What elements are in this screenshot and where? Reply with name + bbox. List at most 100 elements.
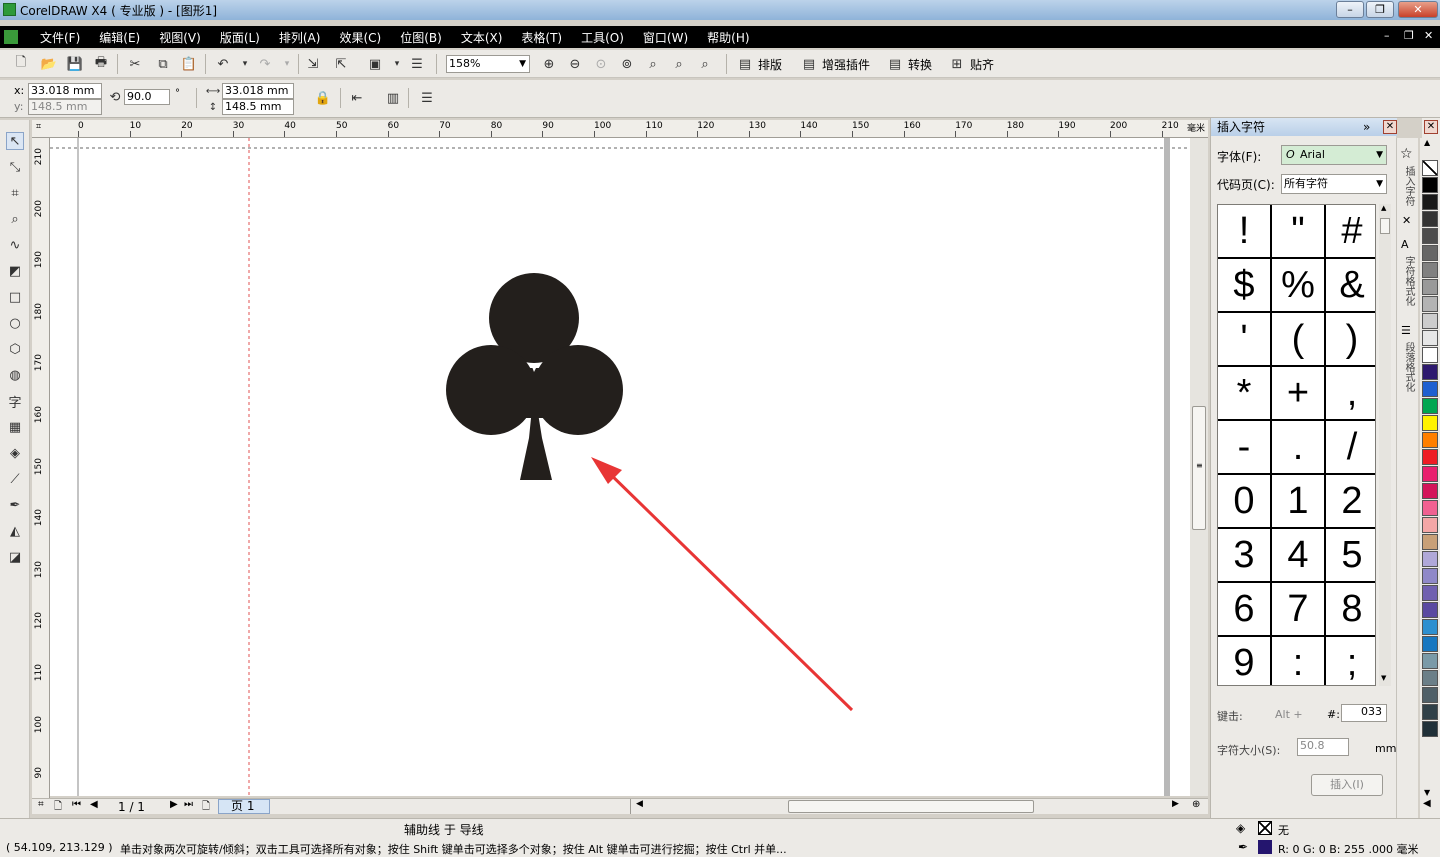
palette-close-icon[interactable]: ✕ [1424,120,1438,134]
color-swatch[interactable] [1422,619,1438,635]
docker-close-icon[interactable]: ✕ [1383,120,1397,134]
character-cell[interactable]: . [1272,421,1326,475]
outline-tool-icon[interactable]: ✒ [6,496,24,514]
character-cell[interactable]: 7 [1272,583,1326,637]
document-icon[interactable] [4,30,18,44]
align-guide-icon[interactable]: ⇤ [348,89,366,107]
font-select[interactable]: O Arial ▼ [1281,145,1387,165]
color-swatch[interactable] [1422,245,1438,261]
character-cell[interactable]: # [1326,205,1375,259]
character-cell[interactable]: + [1272,367,1326,421]
menu-text[interactable]: 文本(X) [461,29,503,46]
character-cell[interactable]: 4 [1272,529,1326,583]
color-swatch[interactable] [1422,313,1438,329]
zoom-height-icon[interactable]: ⌕ [696,55,714,73]
freehand-tool-icon[interactable]: ∿ [6,236,24,254]
redo-icon[interactable]: ↷ [256,55,274,73]
navigator-icon[interactable]: ⊕ [1192,799,1200,810]
page-tab[interactable]: 页 1 [218,799,270,814]
open-icon[interactable]: 📂 [40,55,58,73]
drawing-canvas[interactable] [50,138,1196,796]
options-icon[interactable]: ☰ [418,89,436,107]
import-icon[interactable]: ⇲ [304,55,322,73]
character-cell[interactable]: 2 [1326,475,1375,529]
fill-tool-icon[interactable]: ◭ [6,522,24,540]
snap-button[interactable]: 贴齐 [970,56,994,73]
basic-shapes-tool-icon[interactable]: ◍ [6,366,24,384]
zoom-in-icon[interactable]: ⊕ [540,55,558,73]
ruler-origin-icon[interactable]: ⌗ [36,122,41,132]
palette-scroll-up-icon[interactable]: ▲ [1424,138,1430,147]
zoom-select[interactable]: 158% ▼ [446,55,530,73]
char-code-field[interactable]: 033 [1341,704,1387,722]
tab-close-icon[interactable]: ✕ [1402,214,1411,227]
color-swatch[interactable] [1422,466,1438,482]
color-swatch[interactable] [1422,602,1438,618]
color-swatch[interactable] [1422,636,1438,652]
zoom-all-objects-icon[interactable]: ⊚ [618,55,636,73]
doc-close-button[interactable]: ✕ [1424,29,1433,42]
undo-dropdown-icon[interactable]: ▾ [236,55,254,73]
docker-collapse-icon[interactable]: » [1363,118,1370,136]
next-page-icon[interactable]: ▶ [170,799,178,810]
color-swatch[interactable] [1422,568,1438,584]
color-swatch[interactable] [1422,228,1438,244]
character-cell[interactable]: * [1218,367,1272,421]
convert-button[interactable]: 转换 [908,56,932,73]
lock-icon[interactable]: 🔒 [314,89,332,107]
color-swatch[interactable] [1422,177,1438,193]
color-swatch[interactable] [1422,279,1438,295]
undo-icon[interactable]: ↶ [214,55,232,73]
color-swatch[interactable] [1422,517,1438,533]
zoom-tool-icon[interactable]: ⌕ [6,210,24,228]
width-field[interactable]: 33.018 mm [222,83,294,99]
color-swatch[interactable] [1422,449,1438,465]
menu-window[interactable]: 窗口(W) [643,29,688,46]
scroll-right-icon[interactable]: ▶ [1172,799,1179,809]
rotation-angle-field[interactable]: 90.0 [124,89,170,105]
menu-file[interactable]: 文件(F) [40,29,80,46]
welcome-icon[interactable]: ☰ [408,55,426,73]
shape-tool-icon[interactable]: ⤡ [6,158,24,176]
save-icon[interactable]: 💾 [66,55,84,73]
character-cell[interactable]: ) [1326,313,1375,367]
color-swatch[interactable] [1422,262,1438,278]
close-button[interactable]: ✕ [1398,1,1438,18]
horizontal-scroll-thumb[interactable] [788,800,1034,813]
character-cell[interactable]: ! [1218,205,1272,259]
no-color-swatch[interactable] [1422,160,1438,176]
interactive-fill-tool-icon[interactable]: ◪ [6,548,24,566]
menu-arrange[interactable]: 排列(A) [279,29,321,46]
character-cell[interactable]: $ [1218,259,1272,313]
text-tool-icon[interactable]: 字 [6,392,24,411]
add-page-before-icon[interactable]: 🗋 [54,799,62,816]
launcher-dropdown-icon[interactable]: ▾ [388,55,406,73]
character-cell[interactable]: ; [1326,637,1375,685]
character-cell[interactable]: " [1272,205,1326,259]
menu-tools[interactable]: 工具(O) [581,29,624,46]
y-position-field[interactable]: 148.5 mm [28,99,102,115]
color-swatch[interactable] [1422,330,1438,346]
plugin-button[interactable]: 增强插件 [822,56,870,73]
first-page-icon[interactable]: ⏮ [72,799,81,810]
color-swatch[interactable] [1422,415,1438,431]
character-cell[interactable]: % [1272,259,1326,313]
restore-button[interactable]: ❐ [1366,1,1394,18]
doc-restore-button[interactable]: ❐ [1404,29,1414,42]
menu-effects[interactable]: 效果(C) [339,29,381,46]
star-icon[interactable]: ☆ [1400,146,1413,162]
layout-button[interactable]: 排版 [758,56,782,73]
character-cell[interactable]: & [1326,259,1375,313]
club-shape[interactable] [446,273,623,480]
color-swatch[interactable] [1422,398,1438,414]
tab-insert-character[interactable]: 插入字符 [1401,166,1416,206]
character-cell[interactable]: / [1326,421,1375,475]
minimize-button[interactable]: – [1336,1,1364,18]
last-page-icon[interactable]: ⏭ [184,799,193,810]
color-swatch[interactable] [1422,347,1438,363]
interactive-blend-tool-icon[interactable]: ◈ [6,444,24,462]
doc-minimize-button[interactable]: – [1384,29,1390,42]
ellipse-tool-icon[interactable]: ○ [6,314,24,332]
x-position-field[interactable]: 33.018 mm [28,83,102,99]
vertical-scroll-thumb[interactable]: ≡ [1192,406,1206,530]
